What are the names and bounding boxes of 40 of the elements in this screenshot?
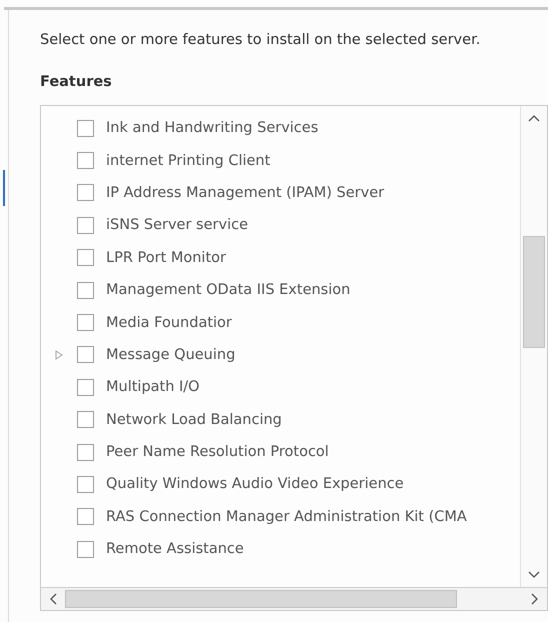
vertical-scrollbar[interactable] [520, 106, 547, 587]
checkbox[interactable] [77, 411, 94, 428]
checkbox[interactable] [77, 282, 94, 299]
feature-label[interactable]: Message Queuing [106, 346, 236, 363]
checkbox[interactable] [77, 346, 94, 364]
scroll-left-icon[interactable] [49, 593, 57, 605]
checkbox[interactable] [77, 378, 94, 396]
features-heading: Features [40, 74, 113, 90]
checkbox[interactable] [77, 314, 94, 332]
checkbox[interactable] [77, 216, 94, 234]
feature-label[interactable]: Media Foundatior [106, 314, 232, 331]
feature-label[interactable]: Ink and Handwriting Services [106, 120, 318, 136]
feature-label[interactable]: RAS Connection Manager Administration Kit (CMA [106, 508, 467, 525]
selection-marker [3, 170, 5, 206]
scroll-thumb[interactable] [523, 236, 545, 348]
feature-label[interactable]: Peer Name Resolution Protocol [106, 444, 329, 460]
feature-label[interactable]: internet Printing Client [106, 152, 270, 169]
scroll-up-icon[interactable] [528, 114, 540, 122]
feature-label[interactable]: IP Address Management (IPAM) Server [106, 184, 384, 201]
feature-label[interactable]: Remote Assistance [106, 541, 244, 558]
expand-icon[interactable] [55, 350, 63, 360]
checkbox[interactable] [77, 152, 94, 170]
feature-label[interactable]: LPR Port Monitor [106, 250, 226, 266]
scroll-right-icon[interactable] [531, 593, 539, 605]
checkbox[interactable] [77, 476, 94, 493]
checkbox[interactable] [77, 444, 94, 461]
instruction-text: Select one or more features to install on the selected server. [40, 32, 482, 48]
checkbox[interactable] [77, 540, 94, 558]
horizontal-scrollbar[interactable] [41, 587, 547, 610]
feature-label[interactable]: Multipath I/O [106, 379, 200, 396]
checkbox[interactable] [77, 249, 94, 266]
scroll-down-icon[interactable] [528, 571, 540, 579]
checkbox[interactable] [77, 508, 94, 526]
checkbox[interactable] [77, 184, 94, 202]
feature-label[interactable]: Quality Windows Audio Video Experience [106, 476, 404, 492]
feature-label[interactable]: Management OData IIS Extension [106, 282, 350, 298]
feature-label[interactable]: Network Load Balancing [106, 412, 282, 428]
feature-label[interactable]: iSNS Server service [106, 217, 248, 234]
checkbox[interactable] [77, 120, 94, 137]
scroll-thumb[interactable] [65, 590, 457, 608]
